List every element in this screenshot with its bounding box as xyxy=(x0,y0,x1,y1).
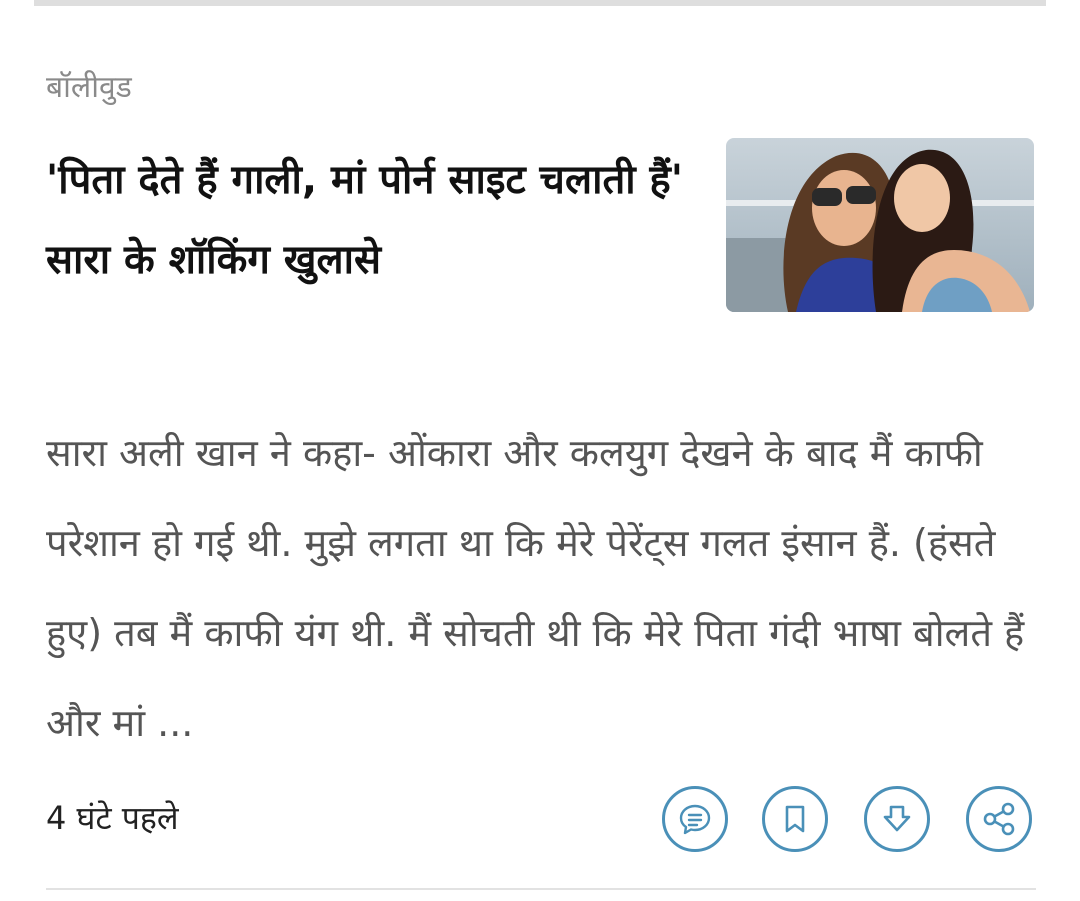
article-headline[interactable]: 'पिता देते हैं गाली, मां पोर्न साइट चलात… xyxy=(46,140,686,300)
article-summary[interactable]: सारा अली खान ने कहा- ओंकारा और कलयुग देख… xyxy=(46,408,1036,768)
comment-button[interactable] xyxy=(662,786,728,852)
thumbnail-photo xyxy=(726,138,1034,312)
publish-time: 4 घंटे पहले xyxy=(46,799,179,837)
category-label[interactable]: बॉलीवुड xyxy=(46,66,132,110)
bookmark-icon xyxy=(785,805,805,833)
bottom-divider xyxy=(46,888,1036,890)
share-button[interactable] xyxy=(966,786,1032,852)
download-button[interactable] xyxy=(864,786,930,852)
bookmark-button[interactable] xyxy=(762,786,828,852)
comment-icon xyxy=(679,804,711,835)
download-icon xyxy=(883,805,911,832)
top-divider xyxy=(34,0,1046,6)
share-icon xyxy=(983,802,1015,836)
article-thumbnail[interactable] xyxy=(726,138,1034,312)
